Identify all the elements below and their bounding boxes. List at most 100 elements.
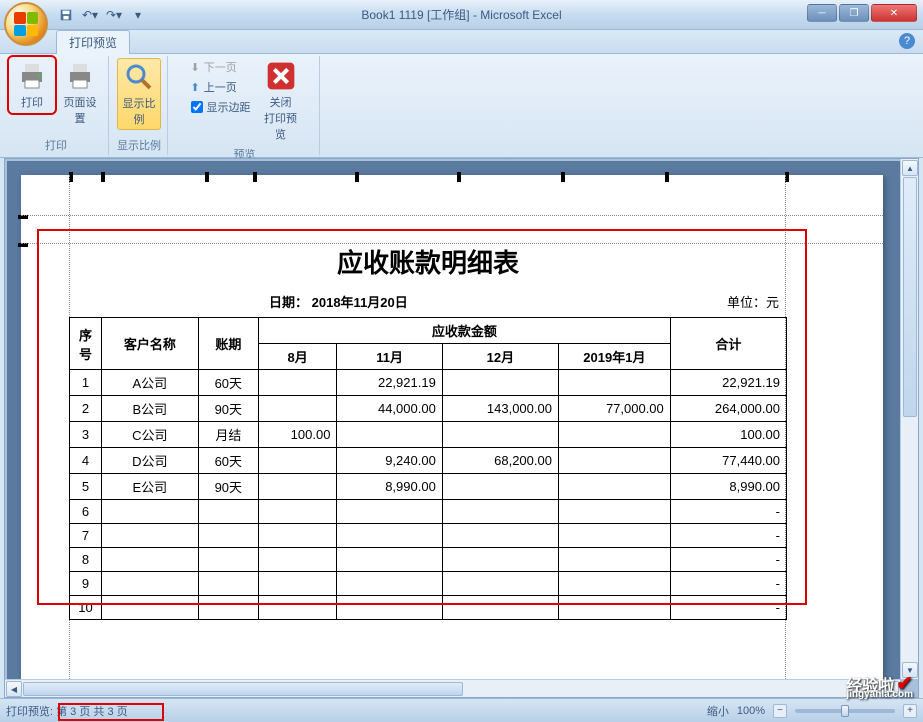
table-cell: [558, 500, 670, 524]
table-cell: [337, 572, 442, 596]
table-cell: [558, 524, 670, 548]
table-cell: [258, 500, 337, 524]
table-cell: [258, 524, 337, 548]
table-cell: [198, 596, 258, 620]
undo-button[interactable]: ↶▾: [80, 5, 100, 25]
table-cell: 264,000.00: [670, 396, 786, 422]
zoom-slider-thumb[interactable]: [841, 705, 849, 717]
table-cell: 90天: [198, 474, 258, 500]
zoom-out-button[interactable]: −: [773, 704, 787, 718]
close-button[interactable]: ✕: [871, 4, 917, 22]
redo-button[interactable]: ↷▾: [104, 5, 124, 25]
table-cell: 68,200.00: [442, 448, 558, 474]
scroll-up-button[interactable]: ▲: [902, 160, 918, 176]
table-cell: [258, 572, 337, 596]
zoom-mode-label[interactable]: 缩小: [707, 703, 729, 719]
office-button[interactable]: [4, 2, 48, 46]
th-period: 账期: [198, 318, 258, 370]
table-cell: [258, 596, 337, 620]
print-button[interactable]: 打印: [10, 58, 54, 112]
th-amount-group: 应收款金额: [258, 318, 670, 344]
table-cell: [198, 548, 258, 572]
table-cell: -: [670, 572, 786, 596]
unit-label: 单位：元: [727, 292, 779, 311]
ribbon-group-zoom: 显示比例 显示比例: [111, 56, 168, 155]
table-cell: [337, 422, 442, 448]
magnifier-icon: [123, 61, 155, 93]
table-cell: 8,990.00: [337, 474, 442, 500]
table-cell: [558, 596, 670, 620]
group-label-print: 打印: [10, 135, 102, 155]
table-cell: 8: [70, 548, 102, 572]
table-cell: [558, 422, 670, 448]
table-cell: 60天: [198, 370, 258, 396]
help-button[interactable]: ?: [899, 33, 915, 49]
table-cell: [102, 524, 199, 548]
zoom-in-button[interactable]: +: [903, 704, 917, 718]
table-cell: 7: [70, 524, 102, 548]
vertical-scrollbar[interactable]: ▲ ▼: [900, 159, 918, 679]
watermark: 经验啦 ✔ jingyanla.com: [846, 671, 913, 696]
table-cell: 月结: [198, 422, 258, 448]
zoom-slider[interactable]: [795, 709, 895, 713]
table-cell: 6: [70, 500, 102, 524]
zoom-label: 显示比例: [120, 95, 158, 127]
preview-viewport[interactable]: 应收账款明细表 日期： 2018年11月20日 单位：元 序号 客户名称 账期 …: [7, 161, 900, 679]
window-controls: ─ ❐ ✕: [807, 4, 917, 22]
table-cell: [258, 370, 337, 396]
scroll-thumb-h[interactable]: [23, 682, 463, 696]
preview-area: 应收账款明细表 日期： 2018年11月20日 单位：元 序号 客户名称 账期 …: [4, 158, 919, 698]
table-row: 8-: [70, 548, 787, 572]
table-cell: [102, 548, 199, 572]
table-row: 4D公司60天9,240.0068,200.0077,440.00: [70, 448, 787, 474]
horizontal-scrollbar[interactable]: ◀ ▶: [5, 679, 900, 697]
table-cell: [442, 524, 558, 548]
th-total: 合计: [670, 318, 786, 370]
show-margins-check[interactable]: 显示边距: [187, 98, 255, 116]
table-cell: [558, 448, 670, 474]
qat-customize[interactable]: ▾: [128, 5, 148, 25]
tab-print-preview[interactable]: 打印预览: [56, 30, 130, 54]
table-cell: [198, 524, 258, 548]
close-preview-button[interactable]: 关闭 打印预览: [259, 58, 303, 144]
status-page-info: 打印预览: 第 3 页 共 3 页: [6, 703, 128, 719]
table-row: 9-: [70, 572, 787, 596]
maximize-button[interactable]: ❐: [839, 4, 869, 22]
prev-page-button[interactable]: ⬆上一页: [187, 78, 255, 96]
arrow-down-icon: ⬇: [191, 61, 200, 74]
zoom-percent[interactable]: 100%: [737, 705, 765, 717]
sheet-title: 应收账款明细表: [69, 243, 787, 280]
ribbon-tabs: 打印预览 ?: [0, 30, 923, 54]
table-cell: [558, 572, 670, 596]
table-row: 1A公司60天22,921.1922,921.19: [70, 370, 787, 396]
scroll-thumb-v[interactable]: [903, 177, 917, 417]
page-setup-label: 页面设置: [60, 94, 100, 126]
table-cell: -: [670, 524, 786, 548]
zoom-button[interactable]: 显示比例: [117, 58, 161, 130]
table-cell: E公司: [102, 474, 199, 500]
table-cell: 100.00: [258, 422, 337, 448]
table-cell: 3: [70, 422, 102, 448]
titlebar: ↶▾ ↷▾ ▾ Book1 1119 [工作组] - Microsoft Exc…: [0, 0, 923, 30]
table-cell: [102, 572, 199, 596]
show-margins-checkbox[interactable]: [191, 101, 203, 113]
table-cell: -: [670, 548, 786, 572]
table-cell: D公司: [102, 448, 199, 474]
ribbon: 打印 页面设置 打印 显示比例 显示比例 ⬇下一页 ⬆上一页 显示边距: [0, 54, 923, 158]
save-button[interactable]: [56, 5, 76, 25]
table-row: 2B公司90天44,000.00143,000.0077,000.00264,0…: [70, 396, 787, 422]
page-setup-button[interactable]: 页面设置: [58, 58, 102, 128]
next-page-button: ⬇下一页: [187, 58, 255, 76]
th-customer: 客户名称: [102, 318, 199, 370]
group-label-zoom: 显示比例: [117, 135, 161, 155]
table-cell: [442, 474, 558, 500]
th-seq: 序号: [70, 318, 102, 370]
table-cell: [337, 500, 442, 524]
th-month-3: 2019年1月: [558, 344, 670, 370]
minimize-button[interactable]: ─: [807, 4, 837, 22]
printer-icon: [16, 60, 48, 92]
table-cell: [258, 474, 337, 500]
table-cell: [198, 572, 258, 596]
table-cell: [337, 596, 442, 620]
scroll-left-button[interactable]: ◀: [6, 681, 22, 697]
